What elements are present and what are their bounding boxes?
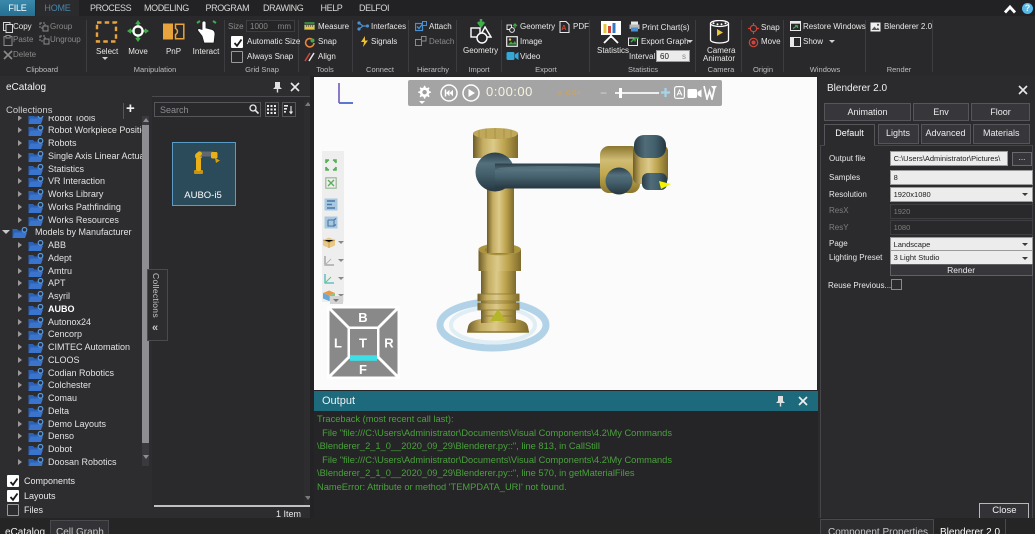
svg-text:F: F [359,362,367,377]
svg-text:B: B [358,310,367,325]
svg-text:R: R [384,336,394,351]
svg-text:T: T [359,336,367,351]
svg-text:L: L [334,336,342,351]
svg-text:A: A [561,25,566,32]
